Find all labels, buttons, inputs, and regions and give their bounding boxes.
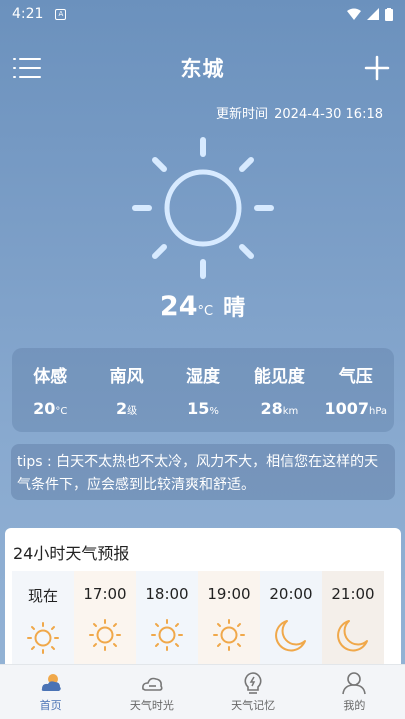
forecast-hour: 17:00 bbox=[74, 571, 136, 678]
update-time-value: 2024-4-30 16:18 bbox=[274, 107, 383, 122]
cloud-icon bbox=[141, 677, 163, 691]
moon-icon bbox=[275, 620, 306, 652]
forecast-hour: 19:00 bbox=[198, 571, 260, 678]
nav-weather-time[interactable]: 天气时光 bbox=[101, 665, 202, 719]
sun-icon bbox=[213, 619, 245, 651]
forecast-hour-time: 17:00 bbox=[83, 585, 127, 603]
city-title[interactable]: 东城 bbox=[181, 53, 225, 83]
forecast-hour: 20:00 bbox=[260, 571, 322, 678]
nav-label: 天气时光 bbox=[129, 699, 174, 712]
bulb-icon bbox=[244, 672, 262, 694]
nav-home[interactable]: 首页 bbox=[0, 665, 101, 719]
detail-value: 1007 bbox=[324, 399, 369, 418]
detail-value: 15 bbox=[187, 399, 210, 418]
detail-unit: °C bbox=[55, 406, 68, 417]
signal-icon bbox=[367, 8, 379, 20]
status-bar: 4:21 A bbox=[0, 0, 405, 28]
detail-pressure: 气压 1007hPa bbox=[321, 362, 391, 418]
detail-unit: hPa bbox=[368, 406, 388, 417]
forecast-hours[interactable]: 现在 17:00 18:00 19:00 20:00 21:00 bbox=[12, 571, 384, 678]
nav-weather-memory[interactable]: 天气记忆 bbox=[203, 665, 304, 719]
detail-value: 2 bbox=[116, 399, 128, 418]
moon-icon bbox=[337, 620, 368, 652]
detail-label: 体感 bbox=[33, 367, 68, 387]
detail-label: 湿度 bbox=[185, 367, 220, 387]
forecast-hour: 18:00 bbox=[136, 571, 198, 678]
current-weather: 24°C 晴 bbox=[0, 290, 405, 322]
forecast-hour-time: 19:00 bbox=[207, 585, 251, 603]
sun-icon bbox=[89, 619, 121, 651]
sun-icon bbox=[132, 137, 274, 279]
user-icon bbox=[342, 672, 367, 695]
nav-label: 我的 bbox=[343, 699, 366, 712]
forecast-hour-time: 现在 bbox=[27, 587, 58, 605]
forecast-title: 24小时天气预报 bbox=[13, 544, 130, 563]
forecast-hour: 现在 bbox=[12, 571, 74, 678]
battery-icon bbox=[385, 7, 393, 21]
detail-visibility: 能见度 28km bbox=[244, 362, 314, 418]
status-time: 4:21 bbox=[12, 6, 44, 22]
detail-unit: % bbox=[209, 406, 219, 417]
current-temp: 24 bbox=[159, 291, 198, 322]
header: 东城 bbox=[0, 50, 405, 86]
detail-value: 20 bbox=[33, 399, 56, 418]
sun-icon bbox=[27, 622, 59, 654]
home-weather-icon bbox=[41, 674, 61, 691]
detail-label: 南风 bbox=[109, 367, 144, 387]
forecast-hour-time: 18:00 bbox=[145, 585, 189, 603]
detail-humidity: 湿度 15% bbox=[168, 362, 238, 418]
nav-mine[interactable]: 我的 bbox=[304, 665, 405, 719]
forecast-hour: 21:00 bbox=[322, 571, 384, 678]
hourly-forecast-card: 24小时天气预报 现在 17:00 18:00 19:00 20:00 21:0… bbox=[5, 528, 401, 678]
current-condition: 晴 bbox=[223, 296, 246, 321]
wifi-icon bbox=[347, 8, 361, 20]
bottom-nav: 首页 天气时光 天气记忆 我的 bbox=[0, 664, 405, 719]
forecast-hour-time: 20:00 bbox=[269, 585, 313, 603]
weather-tips: tips : 白天不太热也不太冷，风力不大，相信您在这样的天气条件下，应会感到比… bbox=[11, 444, 395, 500]
list-icon[interactable] bbox=[12, 56, 42, 80]
plus-icon[interactable] bbox=[363, 54, 391, 82]
detail-label: 气压 bbox=[338, 367, 373, 387]
sun-icon bbox=[151, 619, 183, 651]
current-temp-unit: °C bbox=[197, 304, 214, 319]
detail-unit: 级 bbox=[127, 406, 138, 417]
nav-label: 首页 bbox=[39, 699, 62, 712]
detail-feels-like: 体感 20°C bbox=[15, 362, 85, 418]
forecast-hour-time: 21:00 bbox=[331, 585, 375, 603]
detail-wind: 南风 2级 bbox=[92, 362, 162, 418]
weather-details: 体感 20°C 南风 2级 湿度 15% 能见度 28km 气压 1007hPa bbox=[12, 348, 394, 432]
sim-icon: A bbox=[55, 8, 67, 20]
detail-unit: km bbox=[282, 406, 299, 417]
update-time-label: 更新时间 bbox=[215, 107, 268, 122]
update-time: 更新时间 2024-4-30 16:18 bbox=[216, 103, 383, 122]
detail-label: 能见度 bbox=[253, 367, 305, 387]
nav-label: 天气记忆 bbox=[231, 699, 276, 712]
detail-value: 28 bbox=[260, 399, 283, 418]
